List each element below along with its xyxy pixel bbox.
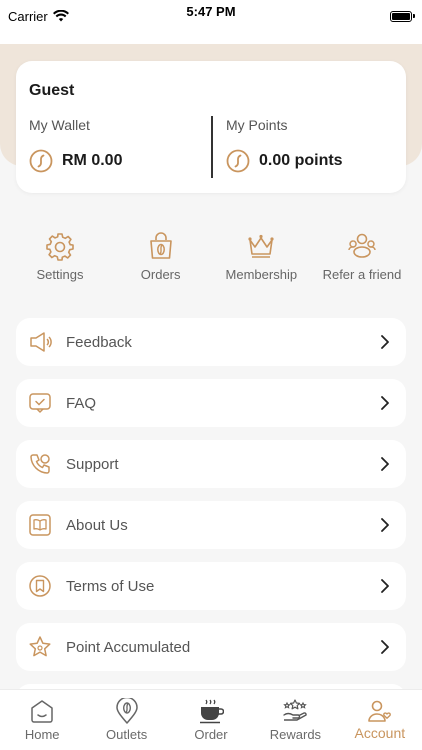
star-icon: [29, 636, 51, 657]
profile-name: Guest: [29, 82, 75, 99]
points-section[interactable]: My Points 0.00 points: [226, 117, 343, 173]
tab-home[interactable]: Home: [0, 690, 84, 750]
tab-bar: Home Outlets Order Rewards Account: [0, 689, 422, 750]
crown-icon: [248, 234, 274, 258]
membership-label: Membership: [225, 267, 298, 282]
tab-label: Order: [194, 727, 228, 742]
chevron-right-icon: [381, 335, 389, 349]
carrier-label: Carrier: [8, 8, 48, 24]
menu-label: About Us: [66, 516, 128, 534]
card-divider: [211, 116, 213, 178]
settings-label: Settings: [36, 267, 84, 282]
tab-label: Outlets: [106, 727, 148, 742]
tab-outlets[interactable]: Outlets: [84, 690, 168, 750]
menu-label: FAQ: [66, 394, 97, 412]
profile-card: Guest My Wallet RM 0.00 My Points 0.00 p…: [16, 61, 406, 193]
points-label: My Points: [226, 117, 288, 133]
coffee-bean-icon: [226, 149, 250, 173]
wifi-icon: [52, 10, 69, 22]
wallet-section[interactable]: My Wallet RM 0.00: [29, 117, 122, 173]
quick-actions: Settings Orders Membership Refer a frien…: [10, 231, 412, 282]
book-icon: [29, 514, 51, 536]
chevron-right-icon: [381, 457, 389, 471]
chevron-right-icon: [381, 396, 389, 410]
phone-icon: [30, 454, 50, 474]
settings-icon: [46, 233, 74, 261]
menu-label: Point Accumulated: [66, 638, 191, 656]
chevron-right-icon: [381, 579, 389, 593]
status-bar: Carrier 5:47 PM: [0, 0, 422, 44]
settings-button[interactable]: Settings: [10, 231, 110, 282]
menu-item-feedback[interactable]: Feedback: [16, 318, 406, 366]
menu-item-terms-of-use[interactable]: Terms of Use: [16, 562, 406, 610]
tab-account[interactable]: Account: [338, 690, 422, 750]
menu-label: Terms of Use: [66, 577, 155, 595]
bookmark-icon: [29, 575, 51, 597]
faq-icon: [29, 393, 51, 413]
menu-item-about-us[interactable]: About Us: [16, 501, 406, 549]
menu-label: Feedback: [66, 333, 132, 351]
rewards-icon: [283, 699, 308, 721]
orders-icon: [149, 232, 172, 259]
orders-button[interactable]: Orders: [111, 231, 211, 282]
menu-item-point-accumulated[interactable]: Point Accumulated: [16, 623, 406, 671]
tab-rewards[interactable]: Rewards: [253, 690, 337, 750]
membership-button[interactable]: Membership: [211, 231, 311, 282]
tab-label: Account: [354, 725, 406, 741]
tab-order[interactable]: Order: [169, 690, 253, 750]
chevron-right-icon: [381, 640, 389, 654]
coffee-bean-icon: [29, 149, 53, 173]
wallet-label: My Wallet: [29, 117, 90, 133]
location-icon: [115, 698, 138, 724]
wallet-value: RM 0.00: [62, 152, 123, 169]
coffee-cup-icon: [200, 699, 225, 724]
megaphone-icon: [30, 332, 52, 352]
refer-icon: [348, 233, 376, 258]
points-value: 0.00 points: [259, 152, 343, 169]
home-icon: [31, 700, 53, 723]
battery-icon: [390, 10, 415, 22]
refer-friend-button[interactable]: Refer a friend: [312, 231, 412, 282]
account-icon: [368, 700, 391, 722]
orders-label: Orders: [140, 267, 181, 282]
menu-label: Support: [66, 455, 119, 473]
menu-item-faq[interactable]: FAQ: [16, 379, 406, 427]
status-time: 5:47 PM: [186, 4, 236, 19]
tab-label: Rewards: [269, 727, 322, 742]
tab-label: Home: [24, 727, 60, 742]
refer-friend-label: Refer a friend: [322, 267, 402, 282]
chevron-right-icon: [381, 518, 389, 532]
menu-item-support[interactable]: Support: [16, 440, 406, 488]
